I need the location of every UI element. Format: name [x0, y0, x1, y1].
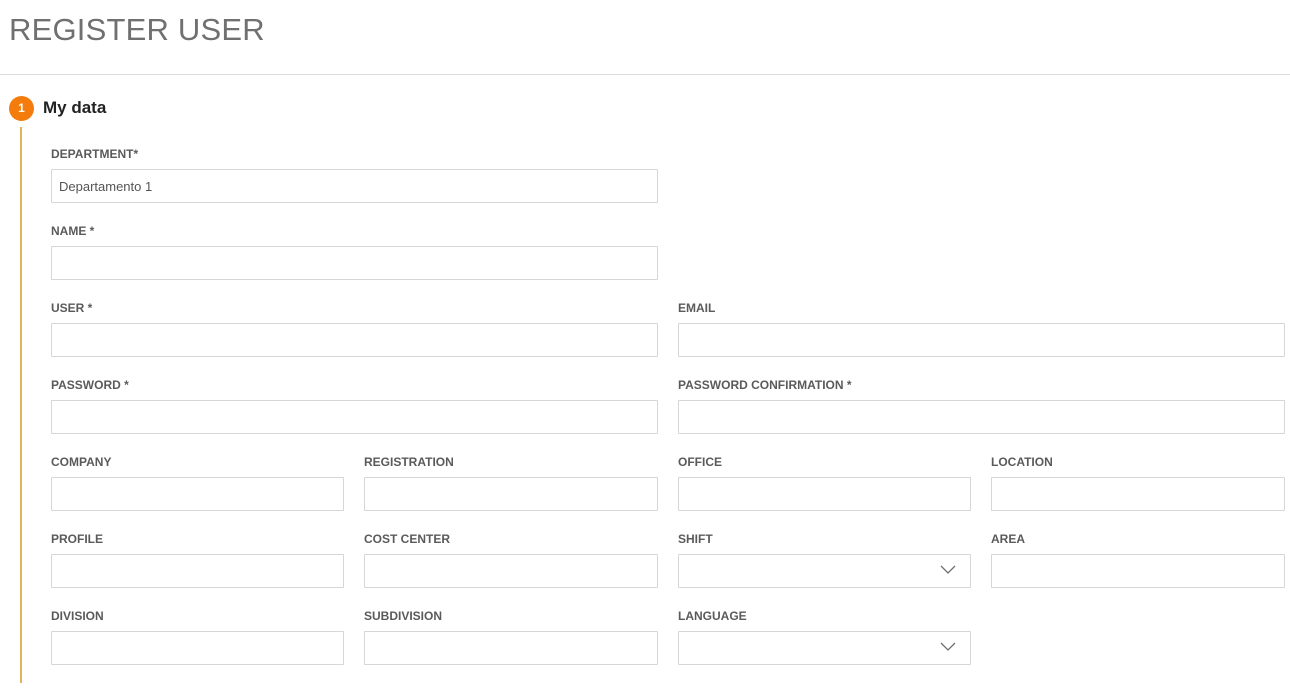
area-field: AREA	[991, 531, 1285, 588]
company-label: COMPANY	[51, 455, 112, 469]
location-field: LOCATION	[991, 454, 1285, 511]
page-header: REGISTER USER	[0, 0, 1290, 75]
department-label: DEPARTMENT*	[51, 147, 139, 161]
password-confirmation-input[interactable]	[678, 400, 1285, 434]
cost-center-input[interactable]	[364, 554, 658, 588]
division-field: DIVISION	[51, 608, 344, 665]
step-number-badge: 1	[9, 96, 34, 121]
name-field: NAME *	[51, 223, 658, 280]
email-label: EMAIL	[678, 301, 716, 315]
user-input[interactable]	[51, 323, 658, 357]
password-input[interactable]	[51, 400, 658, 434]
office-field: OFFICE	[678, 454, 971, 511]
office-input[interactable]	[678, 477, 971, 511]
name-input[interactable]	[51, 246, 658, 280]
area-input[interactable]	[991, 554, 1285, 588]
name-label: NAME *	[51, 224, 95, 238]
company-field: COMPANY	[51, 454, 344, 511]
subdivision-label: SUBDIVISION	[364, 609, 443, 623]
subdivision-input[interactable]	[364, 631, 658, 665]
cost-center-field: COST CENTER	[364, 531, 658, 588]
password-confirmation-field: PASSWORD CONFIRMATION *	[678, 377, 1285, 434]
department-input[interactable]	[51, 169, 658, 203]
chevron-down-icon	[940, 642, 956, 651]
division-label: DIVISION	[51, 609, 104, 623]
shift-select[interactable]	[678, 554, 971, 588]
chevron-down-icon	[940, 565, 956, 574]
user-field: USER *	[51, 300, 658, 357]
profile-label: PROFILE	[51, 532, 104, 546]
shift-field: SHIFT	[678, 531, 971, 588]
registration-label: REGISTRATION	[364, 455, 454, 469]
user-label: USER *	[51, 301, 93, 315]
step-connector-line	[20, 127, 22, 683]
email-field: EMAIL	[678, 300, 1285, 357]
area-label: AREA	[991, 532, 1026, 546]
language-field: LANGUAGE	[678, 608, 971, 665]
language-label: LANGUAGE	[678, 609, 747, 623]
registration-input[interactable]	[364, 477, 658, 511]
profile-field: PROFILE	[51, 531, 344, 588]
department-field: DEPARTMENT*	[51, 146, 658, 203]
location-input[interactable]	[991, 477, 1285, 511]
password-field: PASSWORD *	[51, 377, 658, 434]
cost-center-label: COST CENTER	[364, 532, 451, 546]
location-label: LOCATION	[991, 455, 1053, 469]
password-confirmation-label: PASSWORD CONFIRMATION *	[678, 378, 852, 392]
division-input[interactable]	[51, 631, 344, 665]
step-title: My data	[43, 98, 107, 117]
office-label: OFFICE	[678, 455, 722, 469]
page-title: REGISTER USER	[9, 12, 265, 47]
subdivision-field: SUBDIVISION	[364, 608, 658, 665]
password-label: PASSWORD *	[51, 378, 129, 392]
profile-input[interactable]	[51, 554, 344, 588]
email-input[interactable]	[678, 323, 1285, 357]
shift-label: SHIFT	[678, 532, 713, 546]
company-input[interactable]	[51, 477, 344, 511]
registration-field: REGISTRATION	[364, 454, 658, 511]
language-select[interactable]	[678, 631, 971, 665]
